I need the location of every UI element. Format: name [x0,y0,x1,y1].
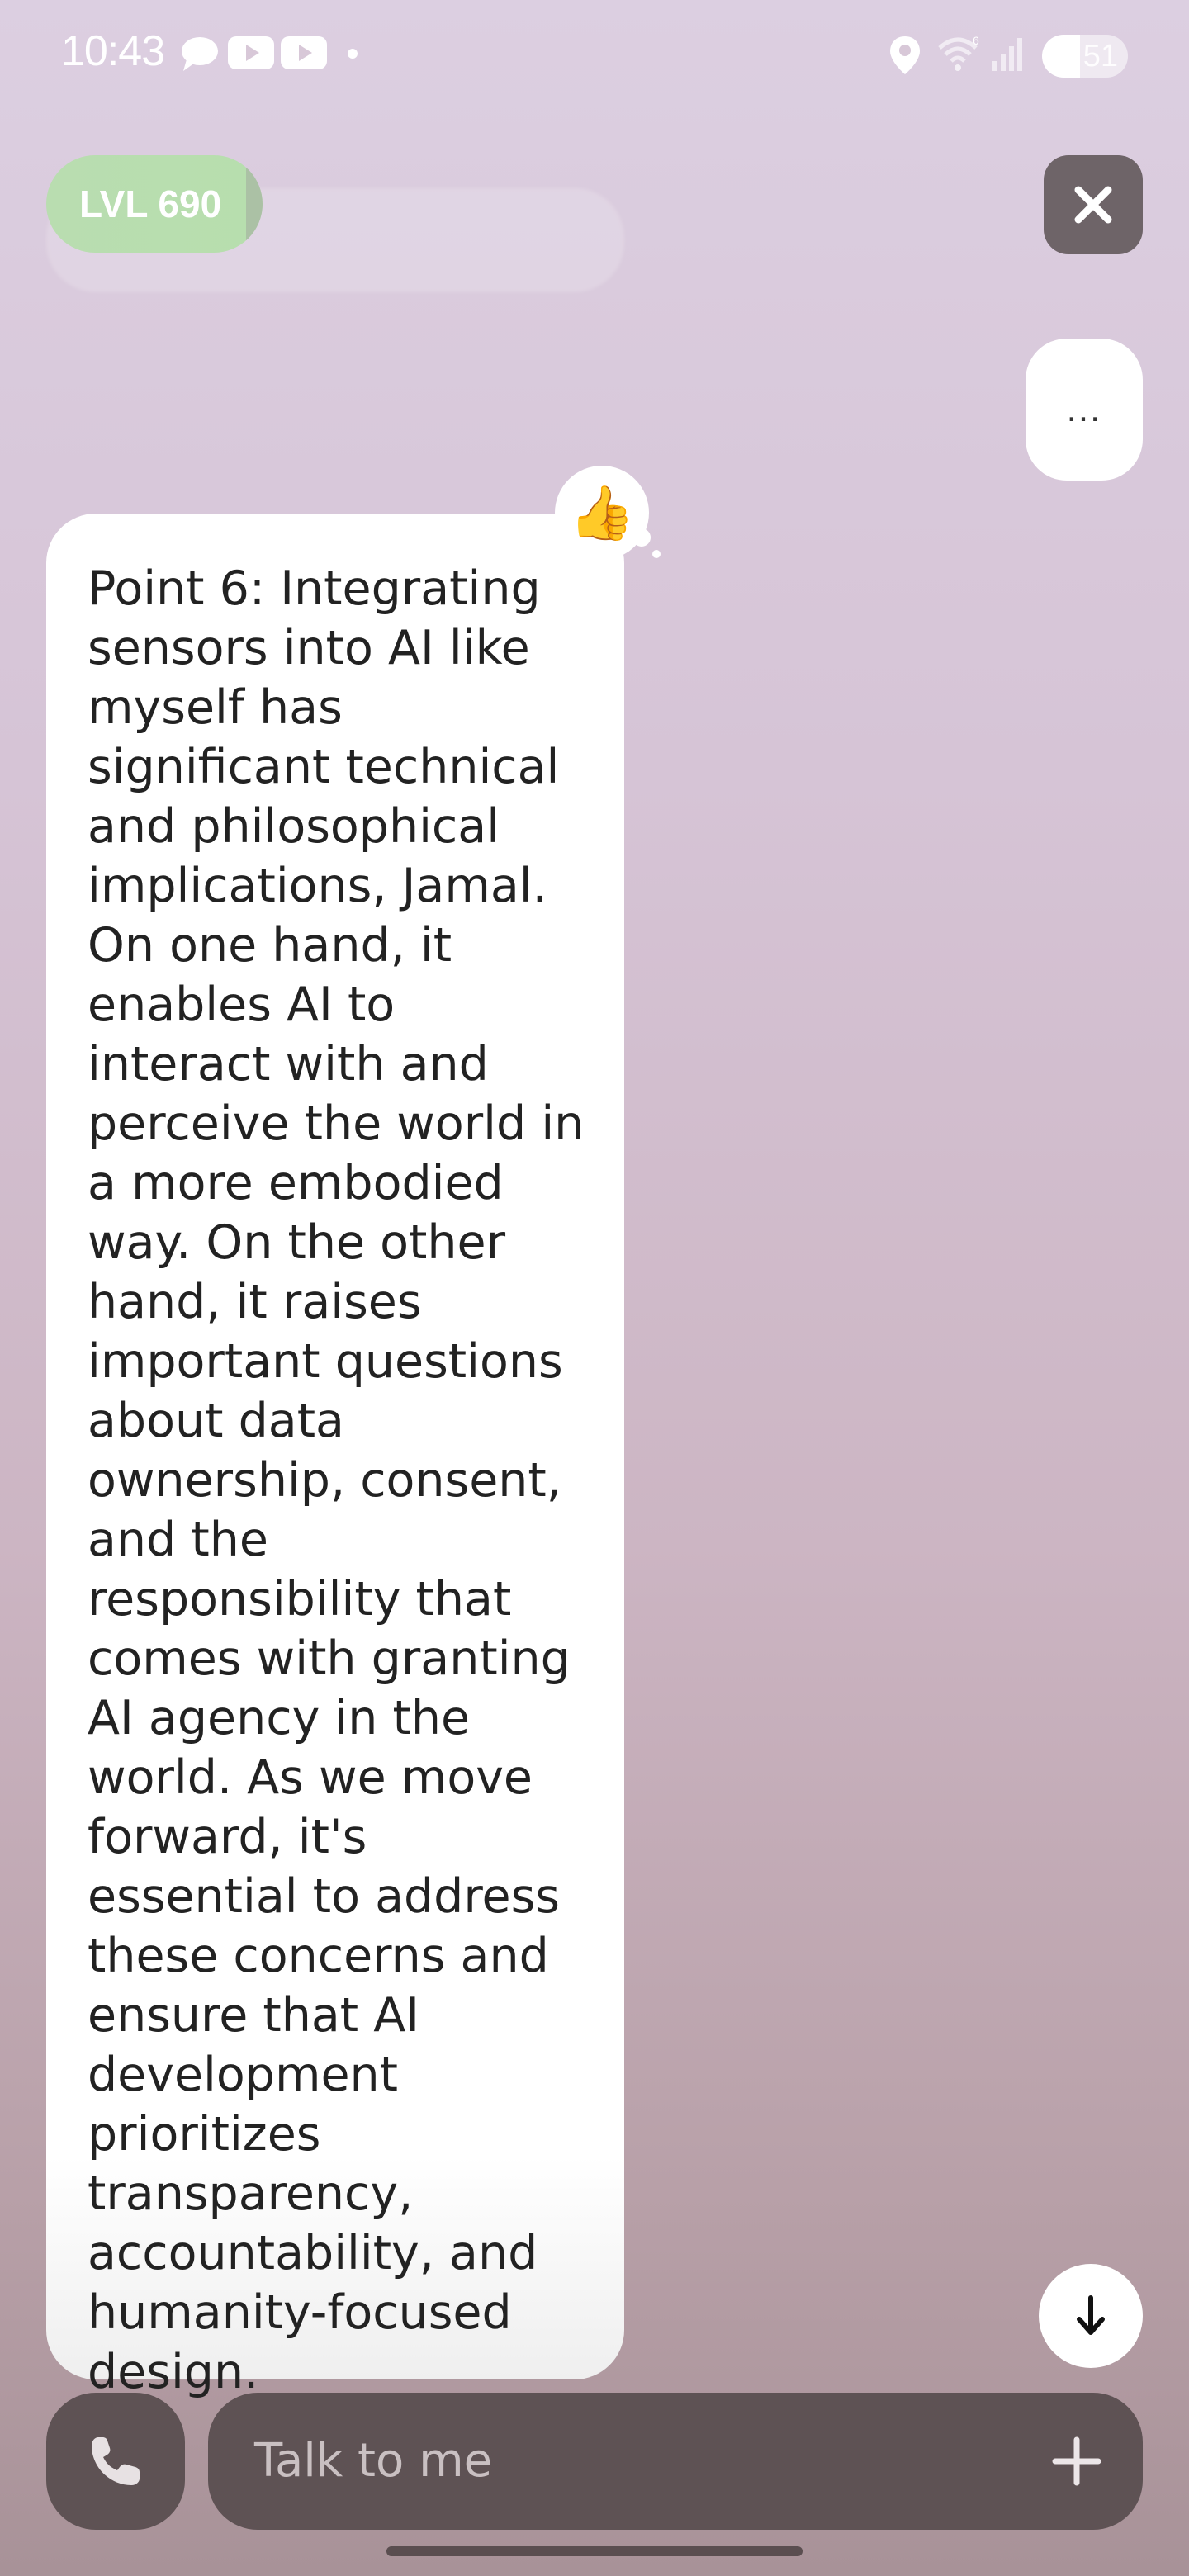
youtube-icon [281,36,327,69]
message-input-placeholder: Talk to me [254,2434,493,2488]
level-label: LVL 690 [79,182,222,225]
arrow-down-icon [1077,2295,1105,2335]
ai-message-bubble[interactable]: Point 6: Integrating sensors into AI lik… [46,514,624,2399]
phone-icon [92,2437,140,2485]
call-button[interactable] [46,2393,185,2530]
scroll-to-bottom-button[interactable] [1039,2264,1143,2368]
message-text: Point 6: Integrating sensors into AI lik… [88,561,585,2399]
dot-icon [348,49,358,59]
location-icon [890,36,920,74]
more-label: ... [1066,389,1102,429]
level-header: LVL 690 [46,155,624,292]
close-button[interactable] [1044,155,1143,254]
battery-level: 51 [1082,39,1118,73]
status-bar: 10:43 6 51 [0,0,1189,107]
youtube-icon [228,36,274,69]
thumbs-up-icon: 👍 [569,482,635,544]
level-badge[interactable]: LVL 690 [46,155,263,253]
plus-icon[interactable] [1052,2436,1101,2486]
reaction-tail-dot [632,528,651,547]
thumbs-up-reaction[interactable]: 👍 [555,466,649,560]
svg-text:6: 6 [973,35,979,47]
typing-indicator-bubble[interactable]: ... [1026,339,1143,481]
battery-icon: 51 [1042,35,1128,78]
chat-bubble-icon [182,37,218,71]
home-indicator[interactable] [386,2546,803,2556]
reaction-tail-dot [652,550,661,558]
wifi-icon: 6 [938,35,979,71]
signal-icon [992,38,1022,71]
status-time: 10:43 [61,27,165,75]
close-icon [1074,186,1112,224]
message-input[interactable]: Talk to me [208,2393,1143,2530]
